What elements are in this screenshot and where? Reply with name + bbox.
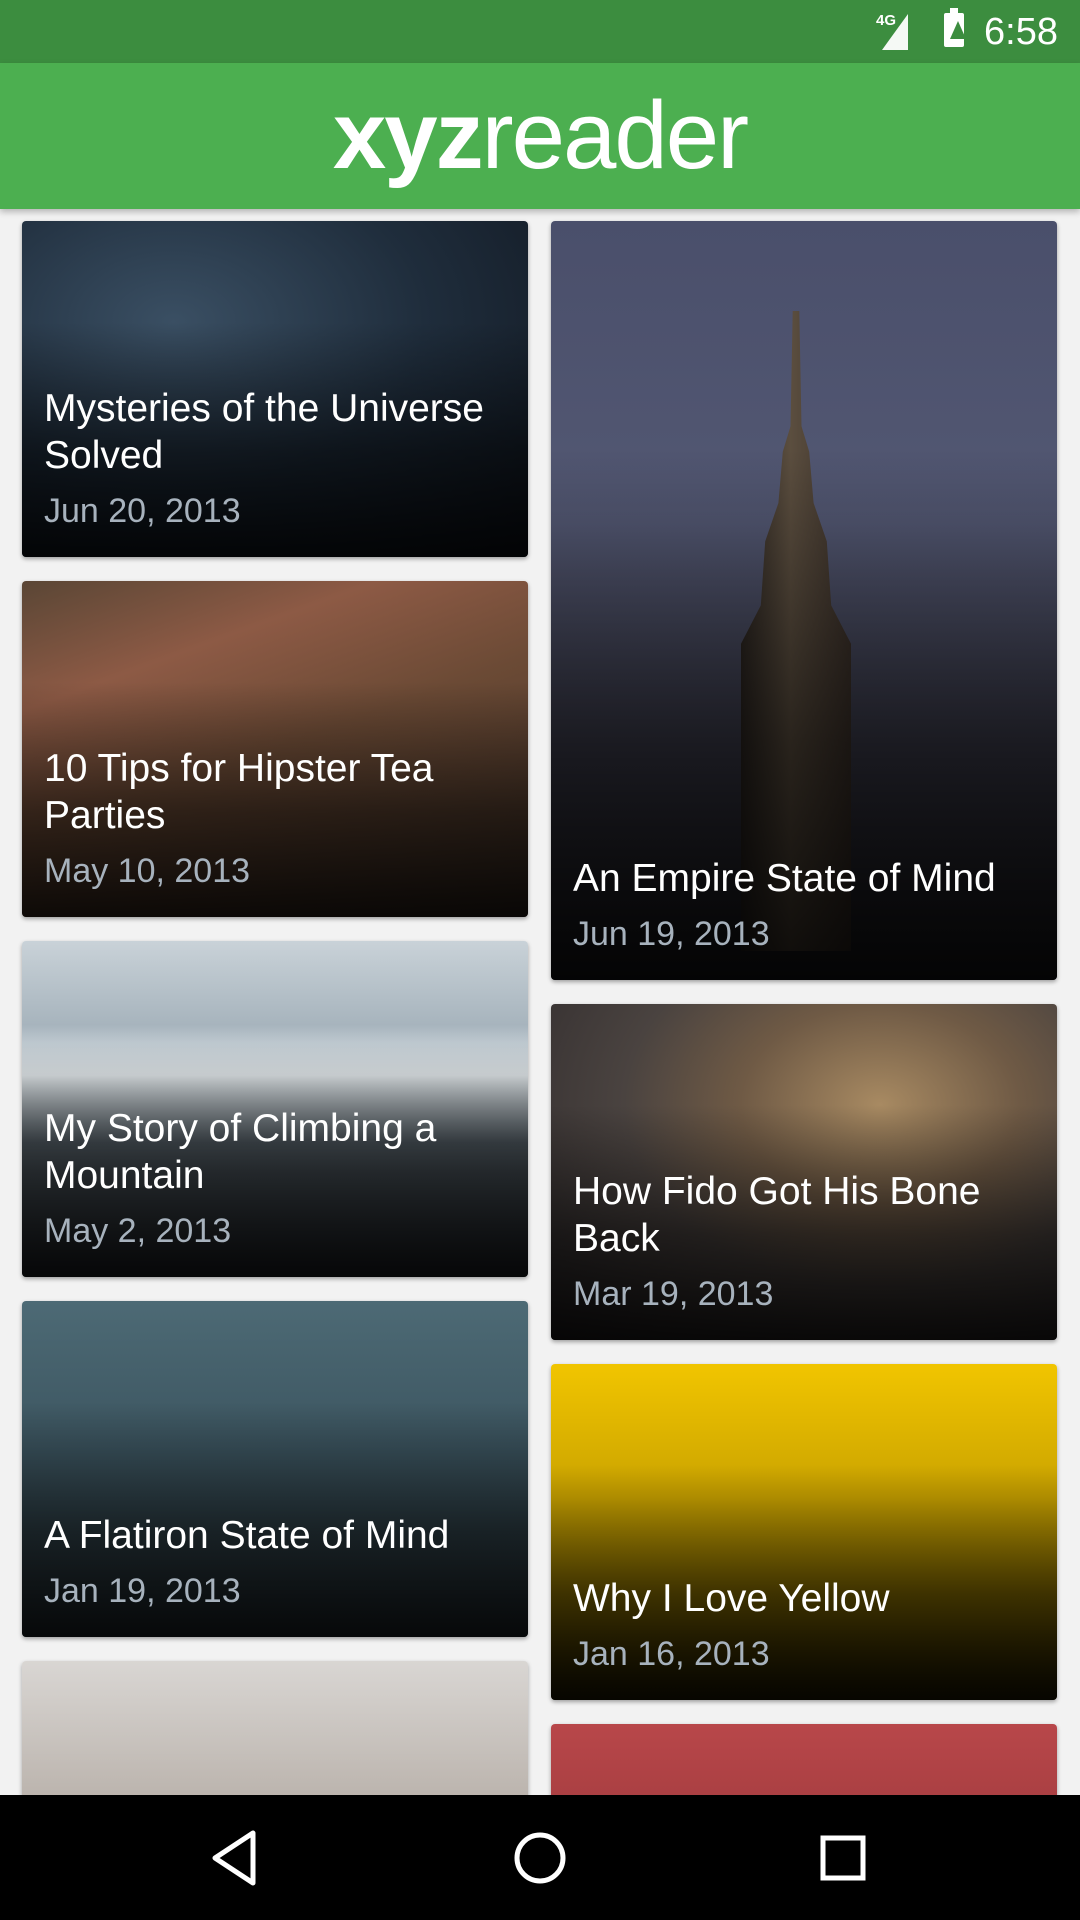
logo-light-text: reader xyxy=(481,82,749,189)
article-title: How Fido Got His Bone Back xyxy=(573,1170,981,1260)
navigation-bar xyxy=(0,1795,1080,1920)
article-card[interactable]: A Flatiron State of Mind Jan 19, 2013 xyxy=(22,1301,528,1637)
article-card[interactable]: My Story of Climbing a Mountain May 2, 2… xyxy=(22,941,528,1277)
back-icon[interactable] xyxy=(203,1825,269,1891)
article-date: Mar 19, 2013 xyxy=(573,1275,774,1313)
article-date: Jun 20, 2013 xyxy=(44,492,241,530)
app-logo: xyz reader xyxy=(0,63,1080,209)
article-card[interactable]: How Fido Got His Bone Back Mar 19, 2013 xyxy=(551,1004,1057,1340)
article-card[interactable] xyxy=(22,1661,528,1795)
article-date: Jun 19, 2013 xyxy=(573,915,770,953)
article-card[interactable] xyxy=(551,1724,1057,1795)
article-date: May 10, 2013 xyxy=(44,852,251,890)
article-grid[interactable]: Mysteries of the Universe Solved Jun 20,… xyxy=(0,209,1080,1795)
article-title: Why I Love Yellow xyxy=(573,1577,890,1620)
article-card[interactable]: 10 Tips for Hipster Tea Parties May 10, … xyxy=(22,581,528,917)
signal-icon xyxy=(882,14,908,50)
article-title: A Flatiron State of Mind xyxy=(44,1514,450,1557)
article-card[interactable]: An Empire State of Mind Jun 19, 2013 xyxy=(551,221,1057,980)
article-thumbnail xyxy=(551,1724,1057,1795)
clock: 6:58 xyxy=(984,11,1058,53)
article-thumbnail xyxy=(22,1661,528,1795)
app-bar: xyz reader xyxy=(0,63,1080,209)
article-date: May 2, 2013 xyxy=(44,1212,232,1250)
article-card[interactable]: Why I Love Yellow Jan 16, 2013 xyxy=(551,1364,1057,1700)
article-date: Jan 19, 2013 xyxy=(44,1572,241,1610)
article-date: Jan 16, 2013 xyxy=(573,1635,770,1673)
article-card[interactable]: Mysteries of the Universe Solved Jun 20,… xyxy=(22,221,528,557)
article-title: Mysteries of the Universe Solved xyxy=(44,387,484,477)
recents-icon[interactable] xyxy=(810,1825,876,1891)
article-title: An Empire State of Mind xyxy=(573,857,996,900)
article-title: My Story of Climbing a Mountain xyxy=(44,1107,437,1197)
battery-charging-icon xyxy=(944,8,966,47)
article-title: 10 Tips for Hipster Tea Parties xyxy=(44,747,434,837)
logo-bold-text: xyz xyxy=(332,82,484,189)
home-icon[interactable] xyxy=(507,1825,573,1891)
status-bar: 4G 6:58 xyxy=(0,0,1080,63)
